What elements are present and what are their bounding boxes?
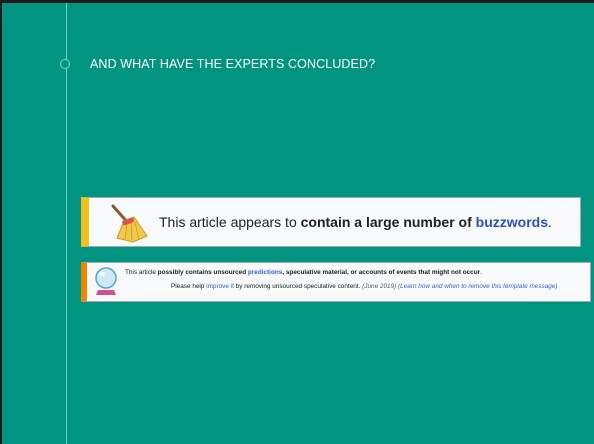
slide-vertical-rule (66, 3, 67, 444)
slide: AND WHAT HAVE THE EXPERTS CONCLUDED? Thi… (0, 0, 594, 444)
improve-it-link[interactable]: improve it (206, 283, 234, 290)
notice-date: (June 2019) (362, 283, 397, 290)
speculative-notice: This article possibly contains unsourced… (81, 262, 591, 302)
buzzwords-notice-text: This article appears to contain a large … (159, 214, 552, 230)
title-bullet-icon (60, 59, 70, 69)
predictions-link[interactable]: predictions (248, 269, 282, 276)
learn-how-link[interactable]: (Learn how and when to remove this templ… (398, 283, 558, 290)
speculative-notice-line2: Please help improve it by removing unsou… (171, 283, 558, 290)
crystal-ball-icon (95, 267, 117, 295)
buzzwords-link[interactable]: buzzwords (476, 214, 548, 230)
slide-title: AND WHAT HAVE THE EXPERTS CONCLUDED? (90, 57, 376, 71)
broom-icon (111, 204, 148, 243)
buzzwords-notice: This article appears to contain a large … (81, 197, 581, 247)
speculative-notice-line1: This article possibly contains unsourced… (125, 269, 482, 276)
